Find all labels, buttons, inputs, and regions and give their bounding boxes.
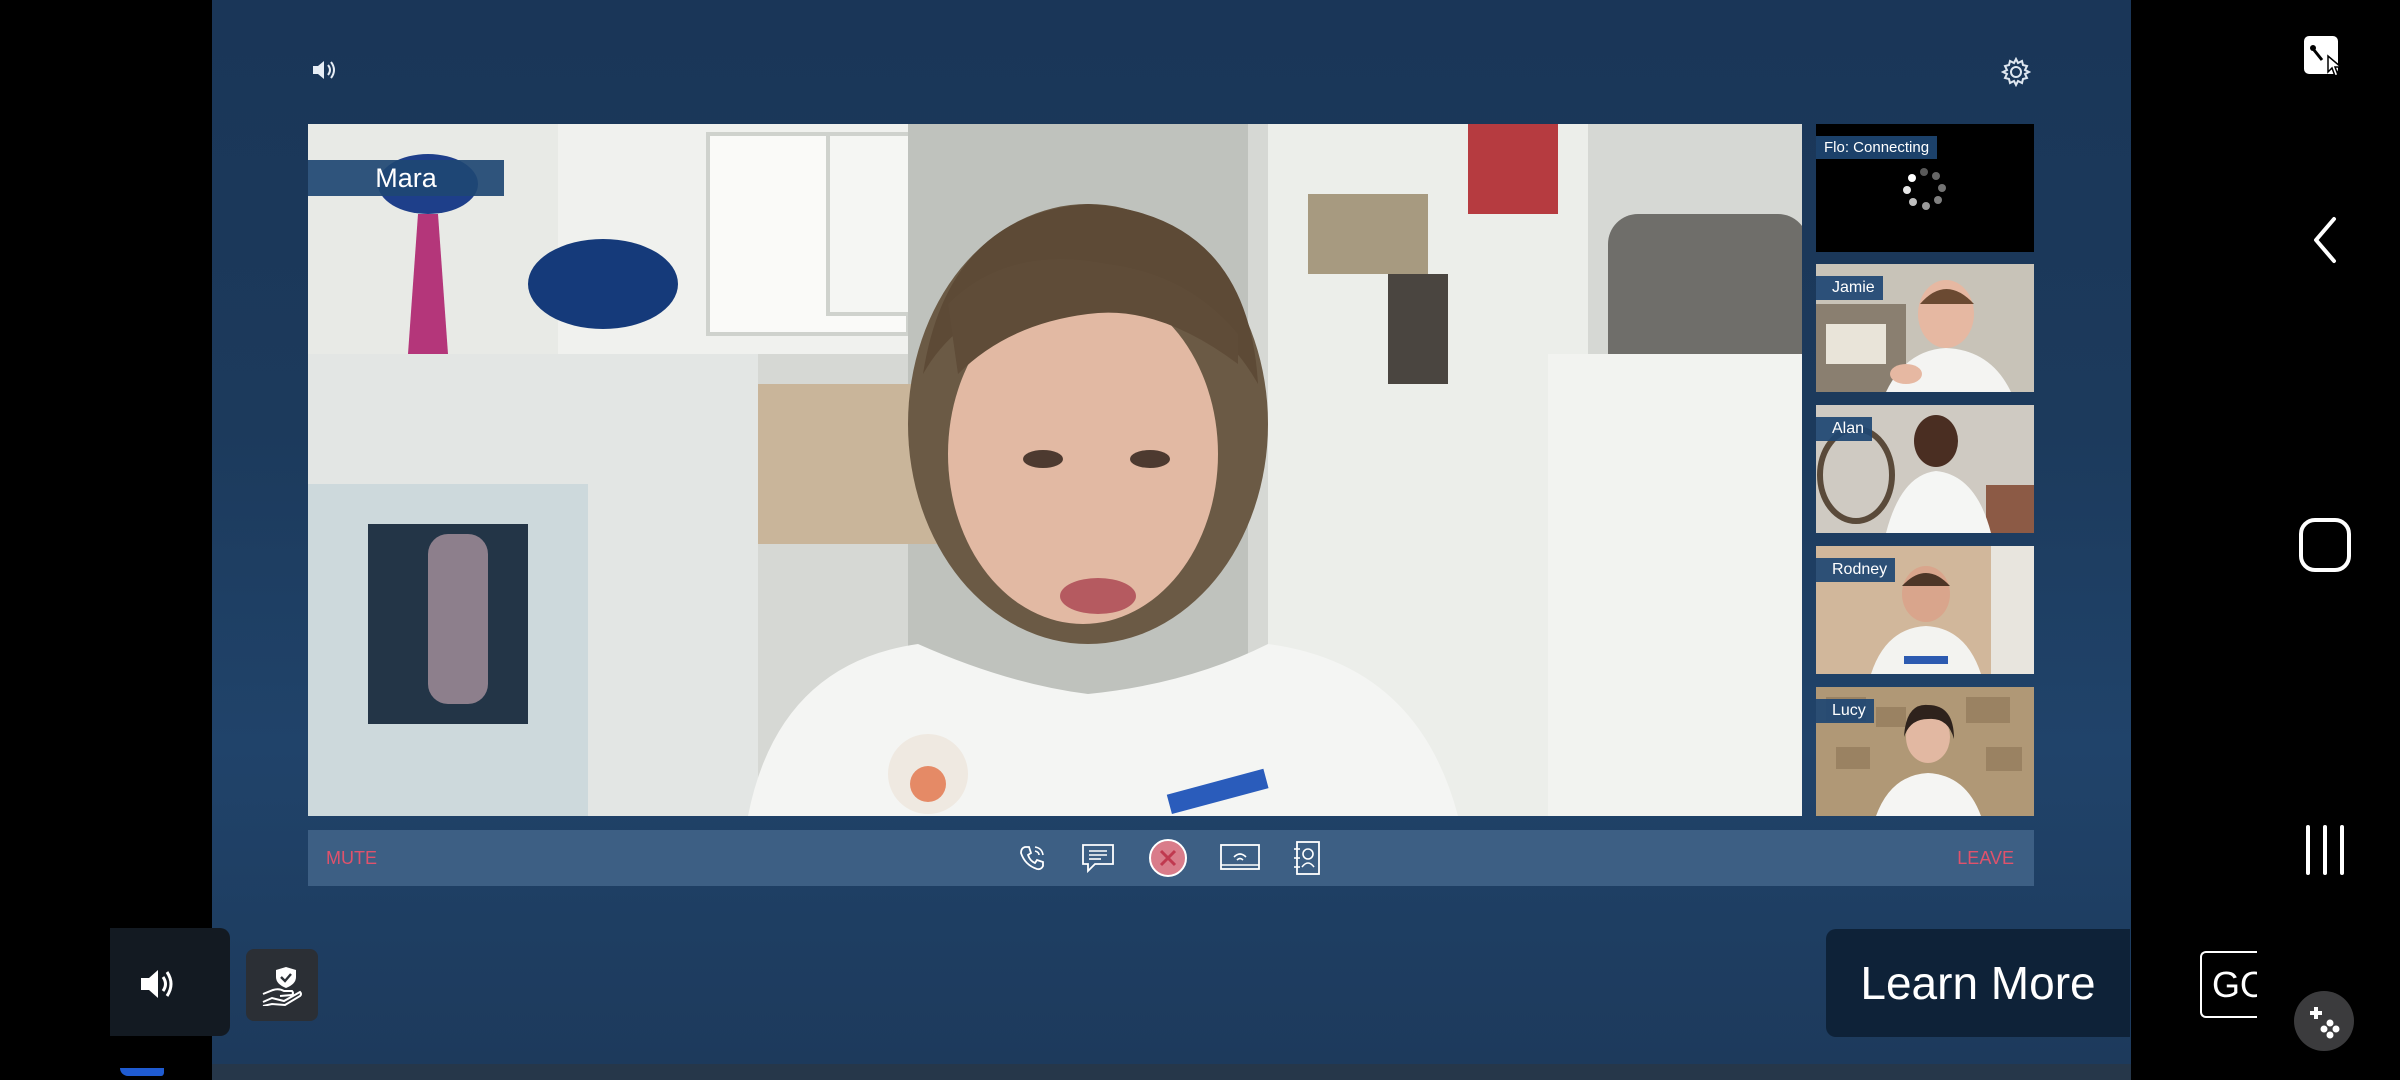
participant-tile-flo: Flo: Connecting <box>1816 124 2034 252</box>
privacy-shield-icon[interactable] <box>252 955 312 1015</box>
chat-icon[interactable] <box>1080 840 1116 876</box>
progress-indicator <box>120 1068 164 1076</box>
loading-spinner-icon <box>1903 168 1946 210</box>
end-call-icon[interactable] <box>1148 838 1188 878</box>
game-tools-icon[interactable] <box>2294 991 2354 1051</box>
go-button[interactable]: GO <box>2200 951 2257 1018</box>
contacts-icon[interactable] <box>1290 838 1324 878</box>
participant-name: Rodney <box>1816 558 1896 582</box>
speaker-icon[interactable] <box>306 54 342 86</box>
recent-apps-icon[interactable] <box>2300 820 2350 880</box>
participant-tile-lucy: Lucy <box>1816 687 2034 816</box>
call-control-bar: MUTE LEAVE <box>308 830 2034 886</box>
learn-more-button[interactable]: Learn More <box>1826 929 2130 1037</box>
mute-button[interactable]: MUTE <box>326 830 377 886</box>
participant-tile-alan: Alan <box>1816 405 2034 533</box>
ad-bottom-strip <box>212 1064 2131 1080</box>
screen: Mara Flo: Connecting Jamie Alan Rodney L… <box>0 0 2400 1080</box>
participant-name: Alan <box>1816 417 1873 441</box>
main-participant-name: Mara <box>308 160 504 196</box>
participant-name: Lucy <box>1816 699 1874 723</box>
participant-tile-rodney: Rodney <box>1816 546 2034 674</box>
screen-share-icon[interactable] <box>1218 840 1262 876</box>
leave-button[interactable]: LEAVE <box>1957 830 2014 886</box>
home-icon[interactable] <box>2296 514 2354 576</box>
volume-icon[interactable] <box>136 962 180 1006</box>
main-video-image <box>308 124 1802 816</box>
settings-icon[interactable] <box>1998 54 2034 90</box>
main-video-tile: Mara <box>308 124 1802 816</box>
participant-name: Jamie <box>1816 276 1883 300</box>
screenshot-icon[interactable] <box>2296 26 2352 90</box>
participant-tile-jamie: Jamie <box>1816 264 2034 392</box>
back-icon[interactable] <box>2300 210 2350 270</box>
phone-icon[interactable] <box>1014 840 1050 876</box>
